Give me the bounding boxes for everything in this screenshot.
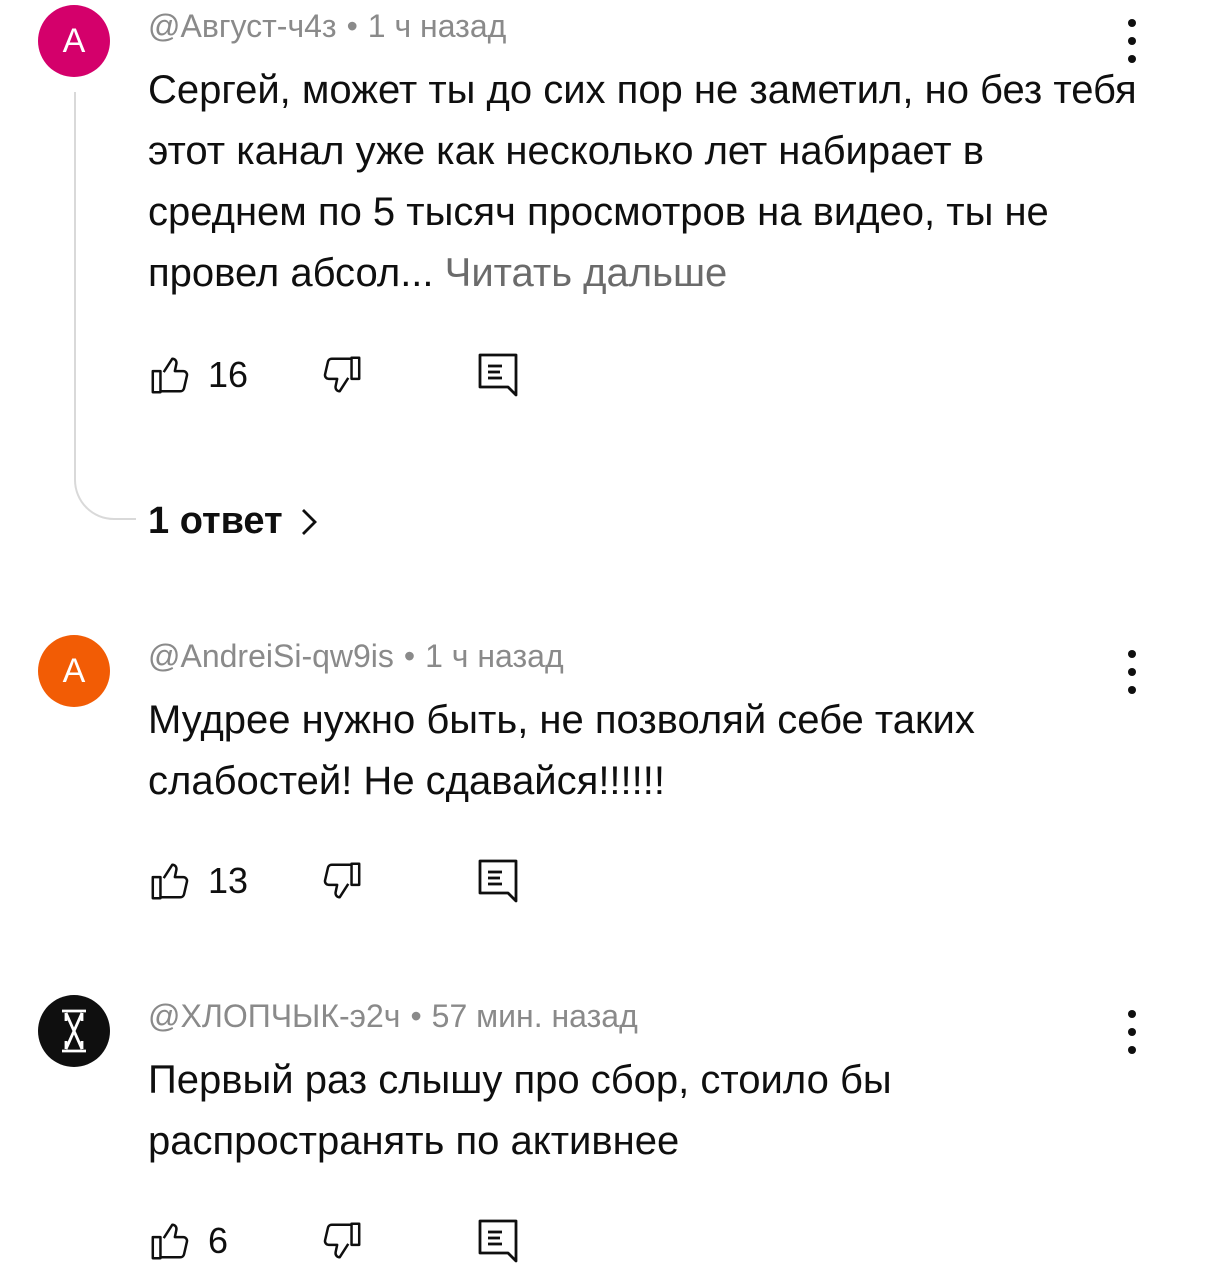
avatar[interactable] [38,995,110,1067]
more-vertical-icon-dot [1128,1028,1136,1036]
thumb-down-icon [323,356,361,393]
comment-actions: 13 [148,856,548,906]
more-vertical-icon-dot [1128,668,1136,676]
chevron-right-icon [299,506,319,538]
comment-author[interactable]: @Август-ч4з [148,8,337,44]
thread-connector-line [74,92,136,520]
thumb-down-icon [323,862,361,899]
comment-time[interactable]: 1 ч назад [368,8,507,44]
like-count: 13 [208,860,249,901]
hourglass-x-logo-icon [62,1009,86,1053]
comment-author[interactable]: @ХЛОПЧЫК-э2ч [148,998,400,1034]
comment-text: Мудрее нужно быть, не позволяй себе таки… [148,690,1138,812]
dislike-button[interactable] [318,856,364,906]
thumb-up-icon [151,863,189,900]
reply-button[interactable] [476,1216,520,1266]
comment-1: A @Август-ч4з • 1 ч назад Сергей, может ты… [0,0,1206,560]
comment-actions: 6 [148,1216,548,1266]
more-options-button[interactable] [1112,648,1152,696]
comment-meta: @AndreiSi-qw9is • 1 ч назад [148,638,564,675]
meta-separator: • [403,638,416,674]
more-options-button[interactable] [1112,1008,1152,1056]
reply-button[interactable] [476,350,520,400]
meta-separator: • [346,8,358,44]
comment-actions: 16 [148,350,548,400]
thumb-up-icon [151,357,189,394]
comment-meta: @Август-ч4з • 1 ч назад [148,8,506,45]
reply-button[interactable] [476,856,520,906]
like-button[interactable]: 16 [148,350,248,400]
more-vertical-icon [1128,650,1136,658]
comment-meta: @ХЛОПЧЫК-э2ч • 57 мин. назад [148,998,638,1035]
comment-text: Сергей, может ты до сих пор не заметил, … [148,60,1138,304]
like-button[interactable]: 6 [148,1216,228,1266]
dislike-button[interactable] [318,350,364,400]
like-button[interactable]: 13 [148,856,248,906]
view-replies-button[interactable]: 1 ответ [148,500,319,543]
reply-comment-icon [478,353,518,397]
meta-separator: • [410,998,422,1034]
comment-text-content: Мудрее нужно быть, не позволяй себе таки… [148,698,975,803]
comment-time[interactable]: 1 ч назад [425,638,564,674]
more-vertical-icon-dot [1128,37,1136,45]
avatar-letter: A [62,651,86,690]
dislike-button[interactable] [318,1216,364,1266]
avatar[interactable]: A [38,5,110,77]
like-count: 6 [208,1220,229,1261]
thumb-down-icon [323,1222,361,1259]
more-vertical-icon [1128,1010,1136,1018]
comment-time[interactable]: 57 мин. назад [432,998,638,1034]
replies-count-label: 1 ответ [148,500,283,542]
comment-text-content: Первый раз слышу про сбор, стоило бы рас… [148,1058,892,1163]
comment-3: @ХЛОПЧЫК-э2ч • 57 мин. назад Первый раз сл… [0,990,1206,1280]
reply-comment-icon [478,1219,518,1263]
comment-2: A @AndreiSi-qw9is • 1 ч назад Мудрее нужно… [0,630,1206,930]
avatar-letter: A [62,21,86,60]
more-vertical-icon [1128,19,1136,27]
thumb-up-icon [151,1223,189,1260]
comment-text: Первый раз слышу про сбор, стоило бы рас… [148,1050,1138,1172]
reply-comment-icon [478,859,518,903]
comment-author[interactable]: @AndreiSi-qw9is [148,638,394,674]
more-options-button[interactable] [1112,17,1152,65]
like-count: 16 [208,354,249,395]
read-more-link[interactable]: Читать дальше [445,251,728,295]
avatar[interactable]: A [38,635,110,707]
